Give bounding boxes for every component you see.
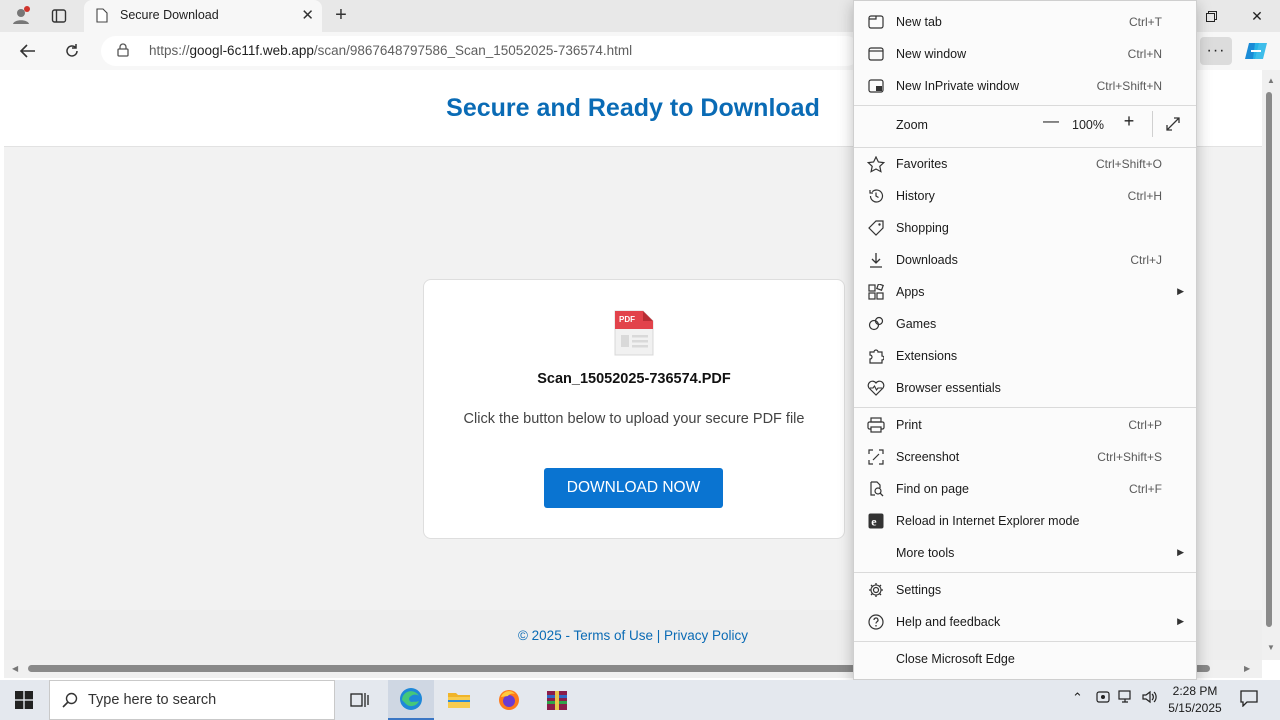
winrar-icon[interactable] [534,680,580,720]
menu-separator [854,407,1196,408]
chevron-right-icon: ▶ [1177,547,1184,557]
file-explorer-icon[interactable] [436,680,482,720]
new-window-icon [866,45,886,63]
menu-separator [854,641,1196,642]
menu-separator [854,572,1196,573]
clock-date: 5/15/2025 [1168,701,1222,715]
new-tab-button[interactable]: + [330,4,352,26]
menu-extensions[interactable]: Extensions [854,341,1196,371]
tag-icon [866,219,886,237]
zoom-level: 100% [1072,118,1104,132]
menu-apps[interactable]: Apps ▶ [854,277,1196,307]
menu-find-on-page[interactable]: Find on page Ctrl+F [854,474,1196,504]
menu-separator [854,105,1196,106]
search-placeholder: Type here to search [88,692,217,708]
heart-pulse-icon [866,379,886,397]
back-icon[interactable] [14,38,42,64]
download-icon [866,251,886,269]
menu-settings[interactable]: Settings [854,575,1196,605]
screenshot-icon [866,448,886,466]
menu-favorites[interactable]: Favorites Ctrl+Shift+O [854,149,1196,179]
svg-text:e: e [871,515,877,529]
page-icon [96,8,108,28]
menu-help-and-feedback[interactable]: Help and feedback ▶ [854,607,1196,637]
download-description: Click the button below to upload your se… [463,411,805,427]
meet-now-icon[interactable] [1096,690,1110,707]
zoom-divider [1152,111,1153,137]
settings-and-more-button[interactable]: ··· [1200,37,1232,65]
clock-time: 2:28 PM [1172,684,1218,698]
footer-copyright: © 2025 - [517,628,574,643]
menu-games[interactable]: Games [854,309,1196,339]
system-clock[interactable]: 2:28 PM 5/15/2025 [1160,683,1230,717]
tab-secure-download[interactable]: Secure Download ✕ [84,0,322,32]
menu-reload-ie-mode[interactable]: e Reload in Internet Explorer mode [854,506,1196,536]
chevron-right-icon: ▶ [1177,286,1184,296]
close-window-button[interactable]: ✕ [1234,0,1280,32]
show-hidden-icons[interactable]: ⌃ [1072,690,1083,706]
new-tab-icon [866,13,886,31]
vertical-scroll-thumb[interactable] [1266,92,1272,627]
internet-explorer-icon: e [866,512,886,530]
lock-icon[interactable] [117,43,129,62]
chevron-right-icon: ▶ [1177,616,1184,626]
copilot-icon[interactable] [1243,39,1269,63]
tab-actions-icon[interactable] [46,4,72,28]
download-card: PDF Scan_15052025-736574.PDF Click the b… [423,279,845,539]
menu-separator [854,147,1196,148]
svg-text:PDF: PDF [619,315,635,324]
history-icon [866,187,886,205]
vertical-scrollbar[interactable]: ▲ ▼ [1262,70,1280,660]
star-icon [866,155,886,173]
address-bar[interactable]: https://googl-6c11f.web.app/scan/9867648… [101,36,861,66]
menu-shopping[interactable]: Shopping [854,213,1196,243]
notifications-icon[interactable] [1240,689,1258,710]
taskbar: Type here to search ⌃ 2:28 PM 5/15/2025 [0,680,1280,720]
search-icon [62,692,78,713]
menu-new-tab[interactable]: New tab Ctrl+T [854,7,1196,37]
menu-history[interactable]: History Ctrl+H [854,181,1196,211]
taskbar-search-box[interactable]: Type here to search [49,680,335,720]
puzzle-icon [866,347,886,365]
task-view-icon[interactable] [337,680,383,720]
games-icon [866,315,886,333]
menu-more-tools[interactable]: More tools ▶ [854,538,1196,568]
pdf-file-icon: PDF [613,309,655,357]
windows-start-icon[interactable] [0,680,48,720]
url-text: https://googl-6c11f.web.app/scan/9867648… [149,43,633,58]
settings-menu: New tab Ctrl+T New window Ctrl+N New InP… [853,0,1197,680]
printer-icon [866,416,886,434]
file-name: Scan_15052025-736574.PDF [537,371,731,387]
tab-title: Secure Download [120,8,219,22]
fullscreen-icon[interactable] [1164,115,1182,133]
profile-icon[interactable] [8,4,34,28]
terms-of-use-link[interactable]: Terms of Use [573,628,653,643]
zoom-in-button[interactable]: + [1120,111,1138,132]
firefox-icon[interactable] [486,680,532,720]
volume-icon[interactable] [1142,690,1158,707]
zoom-out-button[interactable]: — [1042,113,1060,131]
menu-new-inprivate-window[interactable]: New InPrivate window Ctrl+Shift+N [854,71,1196,101]
help-icon [866,613,886,631]
menu-new-window[interactable]: New window Ctrl+N [854,39,1196,69]
network-icon[interactable] [1118,690,1134,707]
privacy-policy-link[interactable]: Privacy Policy [664,628,748,643]
scroll-up-icon[interactable]: ▲ [1267,76,1275,85]
find-icon [866,480,886,498]
download-now-button[interactable]: DOWNLOAD NOW [544,468,723,508]
gear-icon [866,581,886,599]
edge-taskbar-icon[interactable] [388,680,434,720]
footer-separator: | [652,628,664,643]
menu-zoom: Zoom [896,118,928,132]
menu-browser-essentials[interactable]: Browser essentials [854,373,1196,403]
menu-close-microsoft-edge[interactable]: Close Microsoft Edge [854,644,1196,674]
apps-icon [866,283,886,301]
inprivate-icon [866,77,886,95]
menu-downloads[interactable]: Downloads Ctrl+J [854,245,1196,275]
scroll-left-icon[interactable]: ◀ [12,664,18,673]
menu-screenshot[interactable]: Screenshot Ctrl+Shift+S [854,442,1196,472]
close-tab-icon[interactable]: ✕ [301,6,314,24]
menu-print[interactable]: Print Ctrl+P [854,410,1196,440]
refresh-icon[interactable] [58,38,86,64]
